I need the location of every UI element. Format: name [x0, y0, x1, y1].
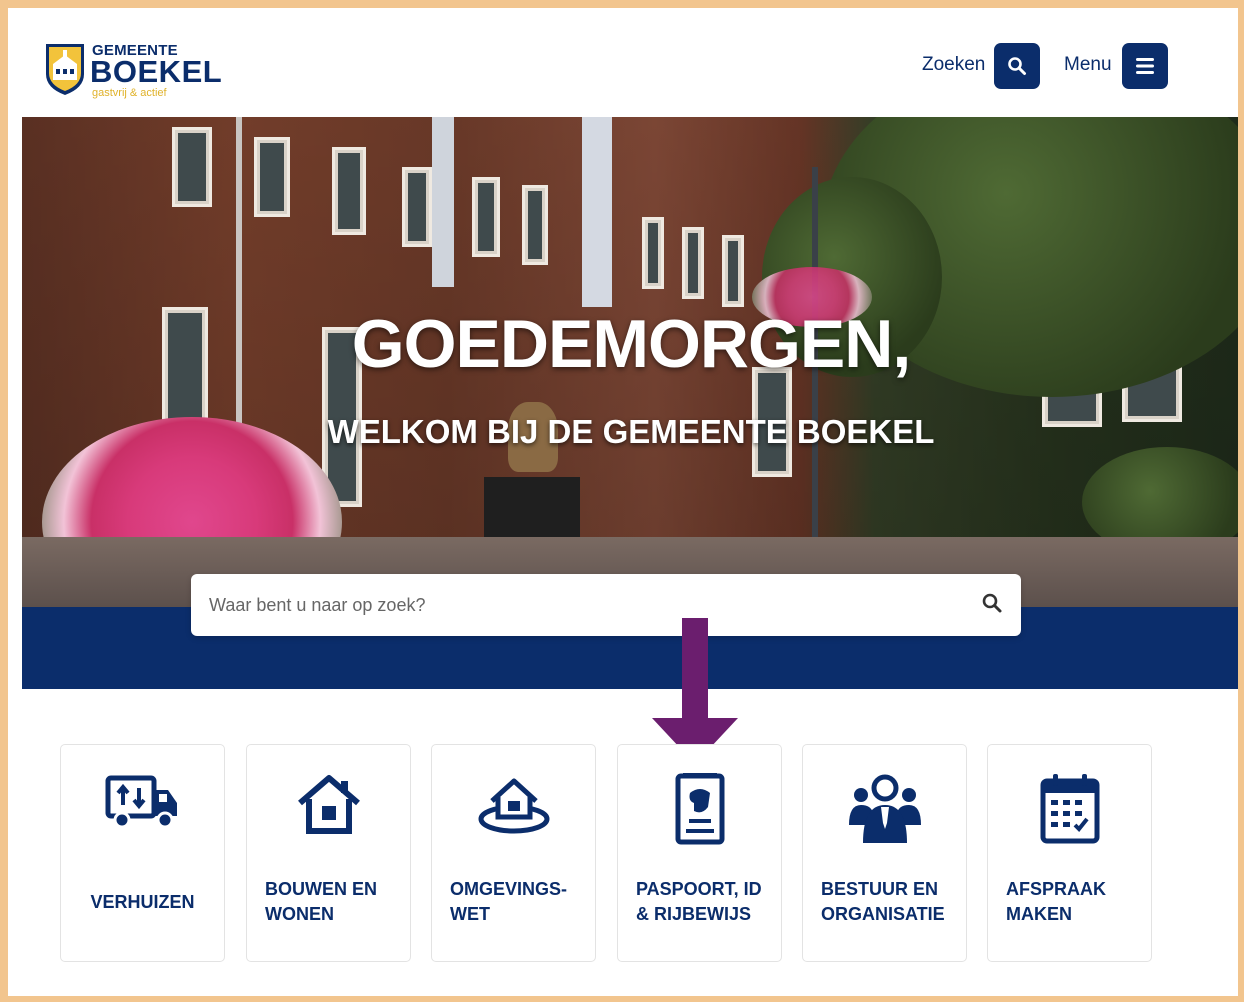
page: GEMEENTE BOEKEL gastvrij & actief Zoeken… [22, 22, 1238, 994]
tile-bouwen-en-wonen[interactable]: BOUWEN EN WONEN [246, 744, 411, 962]
search-icon [982, 593, 1002, 613]
tile-label: BOUWEN EN WONEN [265, 879, 377, 924]
building-window [472, 177, 500, 257]
hamburger-menu-icon [1136, 58, 1154, 74]
search-input[interactable] [209, 592, 949, 618]
hero-banner: GOEDEMORGEN, WELKOM BIJ DE GEMEENTE BOEK… [22, 117, 1238, 607]
tile-label: OMGEVINGS- WET [450, 879, 568, 924]
site-logo[interactable]: GEMEENTE BOEKEL gastvrij & actief [44, 42, 244, 102]
tile-icon-wrap [803, 773, 966, 849]
tile-label: BESTUUR EN ORGANISATIE [821, 879, 945, 924]
tile-verhuizen[interactable]: VERHUIZEN [60, 744, 225, 962]
moving-truck-icon [105, 775, 177, 829]
tile-label: VERHUIZEN [90, 892, 195, 912]
building-window [254, 137, 290, 217]
tile-omgevingswet[interactable]: OMGEVINGS- WET [431, 744, 596, 962]
calendar-icon [1040, 774, 1099, 844]
tile-icon-wrap [432, 773, 595, 849]
tile-paspoort-id-rijbewijs[interactable]: PASPOORT, ID & RIJBEWIJS [617, 744, 782, 962]
tile-icon-wrap [61, 773, 224, 849]
site-header: GEMEENTE BOEKEL gastvrij & actief Zoeken… [22, 22, 1238, 117]
tile-icon-wrap [988, 773, 1151, 849]
screenshot-frame: GEMEENTE BOEKEL gastvrij & actief Zoeken… [8, 8, 1238, 996]
logo-text-main: BOEKEL [90, 54, 223, 89]
hero-subtitle: WELKOM BIJ DE GEMEENTE BOEKEL [327, 413, 935, 450]
tile-afspraak-maken[interactable]: AFSPRAAK MAKEN [987, 744, 1152, 962]
hero-greeting: GOEDEMORGEN, [351, 306, 912, 382]
search-submit-button[interactable] [981, 592, 1007, 618]
coat-of-arms-icon [46, 44, 84, 95]
menu-button[interactable] [1122, 43, 1168, 89]
tile-bestuur-en-organisatie[interactable]: BESTUUR EN ORGANISATIE [802, 744, 967, 962]
building-window [682, 227, 704, 299]
menu-label[interactable]: Menu [1064, 54, 1112, 76]
tile-icon-wrap [247, 773, 410, 849]
passport-icon [675, 773, 724, 845]
building-window [522, 185, 548, 265]
building-window [642, 217, 664, 289]
flag [582, 117, 612, 307]
people-group-icon [848, 774, 921, 843]
search-button[interactable] [994, 43, 1040, 89]
search-icon [1008, 57, 1026, 75]
house-on-land-icon [478, 778, 549, 834]
tile-icon-wrap [618, 773, 781, 849]
tile-label: PASPOORT, ID & RIJBEWIJS [636, 879, 762, 924]
building-window [172, 127, 212, 207]
building-window [722, 235, 744, 307]
house-icon [297, 775, 360, 834]
search-label[interactable]: Zoeken [922, 54, 985, 76]
building-window [402, 167, 432, 247]
flag [432, 117, 454, 287]
search-bar[interactable] [191, 574, 1021, 636]
logo-tagline: gastvrij & actief [92, 87, 167, 99]
building-window [332, 147, 366, 235]
tile-label: AFSPRAAK MAKEN [1006, 879, 1107, 924]
